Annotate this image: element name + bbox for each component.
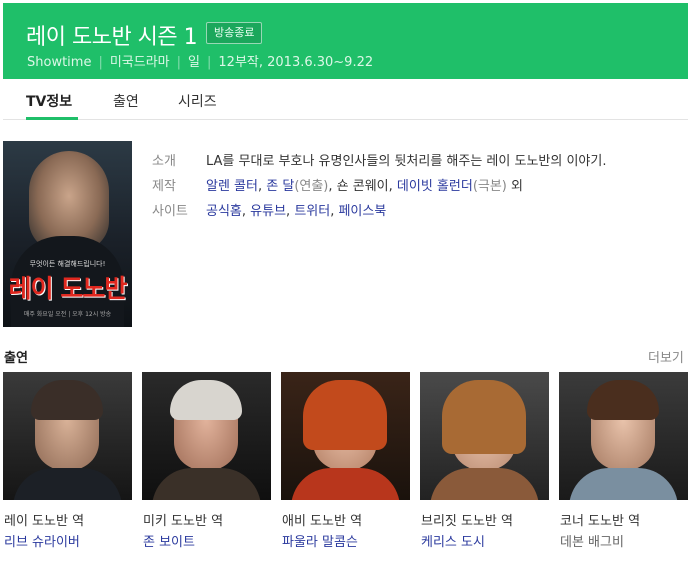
meta-divider: | <box>207 55 212 70</box>
tab-bar: TV정보 출연 시리즈 <box>3 79 688 120</box>
photo-hair <box>31 380 103 420</box>
photo-body <box>430 468 539 500</box>
site-link-youtube[interactable]: 유튜브 <box>250 204 286 219</box>
producer-link-4[interactable]: 데이빗 홀런더 <box>397 179 473 194</box>
info-row-production: 제작 알렌 콜터, 존 달(연출), 숀 콘웨이, 데이빗 홀런더(극본) 외 <box>152 175 523 194</box>
cast-card: 코너 도노반 역 데본 배그비 <box>559 372 688 550</box>
cast-role: 애비 도노반 역 <box>282 514 363 529</box>
producer-name-3: 숀 콘웨이 <box>336 179 389 194</box>
program-meta: Showtime | 미국드라마 | 일 | 12부작, 2013.6.30~9.22 <box>27 51 373 70</box>
cast-card: 애비 도노반 역 파울라 말콤슨 <box>281 372 410 550</box>
actor-link[interactable]: 파울라 말콤슨 <box>282 531 358 550</box>
tab-series[interactable]: 시리즈 <box>178 91 217 111</box>
poster-tagline: 무엇이든 해결해드립니다! <box>29 260 106 268</box>
actor-photo[interactable] <box>420 372 549 500</box>
cast-role: 브리짓 도노반 역 <box>421 514 513 529</box>
actor-photo[interactable] <box>3 372 132 500</box>
actor-link[interactable]: 리브 슈라이버 <box>4 531 80 550</box>
producer-link-2[interactable]: 존 달 <box>266 179 294 194</box>
intro-label: 소개 <box>152 154 176 169</box>
cast-card: 브리짓 도노반 역 케리스 도시 <box>420 372 549 550</box>
actor-photo[interactable] <box>559 372 688 500</box>
comma: , <box>241 204 251 219</box>
site-link-facebook[interactable]: 페이스북 <box>338 204 386 219</box>
site-link-twitter[interactable]: 트위터 <box>294 204 330 219</box>
comma: , <box>388 179 397 194</box>
actor-link[interactable]: 케리스 도시 <box>421 531 485 550</box>
info-row-sites: 사이트 공식홈, 유튜브, 트위터, 페이스북 <box>152 200 386 219</box>
genre-label: 미국드라마 <box>109 55 170 70</box>
poster-image[interactable]: 무엇이든 해결해드립니다! 레이 도노반 매주 화요일 오전 | 오후 12시 … <box>3 141 132 327</box>
site-link-official[interactable]: 공식홈 <box>206 204 242 219</box>
meta-divider: | <box>176 55 182 70</box>
tab-tv-info[interactable]: TV정보 <box>26 91 72 111</box>
meta-divider: | <box>98 55 103 70</box>
photo-body <box>13 468 122 500</box>
poster-title: 레이 도노반 <box>8 274 128 303</box>
production-label: 제작 <box>152 179 176 194</box>
producer-link-1[interactable]: 알렌 콜터 <box>206 179 258 194</box>
photo-body <box>569 468 678 500</box>
photo-body <box>152 468 261 500</box>
cast-role: 레이 도노반 역 <box>4 514 85 529</box>
intro-text: LA를 무대로 부호나 유명인사들의 뒷처리를 해주는 레이 도노반의 이야기. <box>206 154 607 169</box>
actor-photo[interactable] <box>142 372 271 500</box>
program-header: 레이 도노반 시즌 1 방송종료 Showtime | 미국드라마 | 일 | 12부작, … <box>3 3 688 79</box>
poster-credit: 매주 화요일 오전 | 오후 12시 방송 <box>23 311 112 318</box>
comma: , <box>257 179 267 194</box>
active-tab-indicator <box>26 117 78 120</box>
cast-section-title: 출연 <box>4 351 28 366</box>
photo-hair <box>303 380 387 450</box>
photo-hair <box>587 380 659 420</box>
producer-role-4: (극본) <box>472 179 507 194</box>
actor-link[interactable]: 존 보이트 <box>143 531 195 550</box>
cast-role: 코너 도노반 역 <box>560 514 641 529</box>
info-row-intro: 소개 LA를 무대로 부호나 유명인사들의 뒷처리를 해주는 레이 도노반의 이야… <box>152 150 606 169</box>
photo-hair <box>442 380 526 454</box>
episodes-dates-label: 12부작, 2013.6.30~9.22 <box>218 55 374 70</box>
more-link[interactable]: 더보기 <box>648 347 684 366</box>
site-label: 사이트 <box>152 204 188 219</box>
status-badge: 방송종료 <box>206 22 263 44</box>
cast-card: 레이 도노반 역 리브 슈라이버 <box>3 372 132 550</box>
actor-name: 데본 배그비 <box>560 535 624 550</box>
airday-label: 일 <box>188 55 201 70</box>
network-label: Showtime <box>27 55 92 70</box>
actor-photo[interactable] <box>281 372 410 500</box>
producer-suffix: 외 <box>511 179 523 194</box>
page-title: 레이 도노반 시즌 1 <box>26 25 198 50</box>
cast-role: 미키 도노반 역 <box>143 514 224 529</box>
photo-body <box>291 468 400 500</box>
photo-hair <box>170 380 242 420</box>
tab-cast[interactable]: 출연 <box>113 91 139 111</box>
cast-card: 미키 도노반 역 존 보이트 <box>142 372 271 550</box>
comma: , <box>328 179 337 194</box>
producer-role-2: (연출) <box>294 179 329 194</box>
